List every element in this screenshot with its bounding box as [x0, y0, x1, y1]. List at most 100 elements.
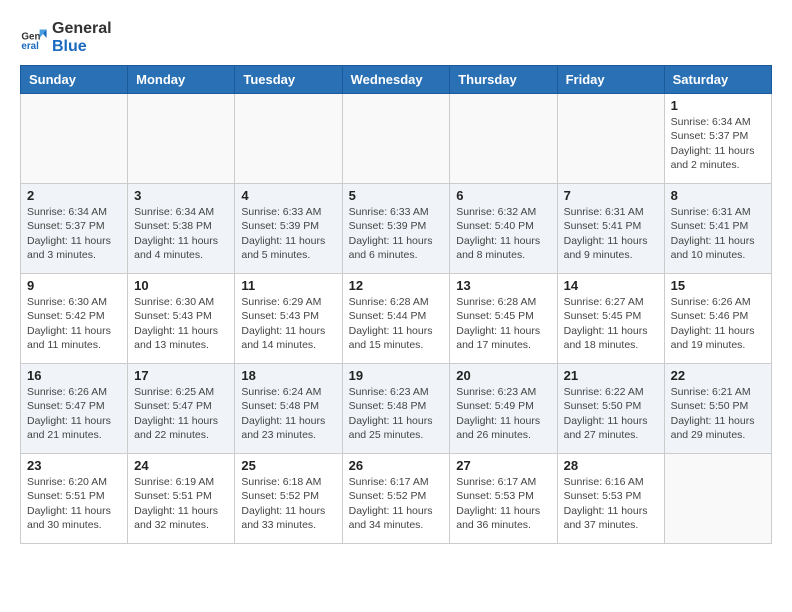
day-number: 27 — [456, 458, 550, 473]
day-info: Sunrise: 6:33 AMSunset: 5:39 PMDaylight:… — [241, 205, 335, 262]
calendar-cell: 20 Sunrise: 6:23 AMSunset: 5:49 PMDayligh… — [450, 364, 557, 454]
calendar-cell: 26 Sunrise: 6:17 AMSunset: 5:52 PMDayligh… — [342, 454, 450, 544]
day-number: 19 — [349, 368, 444, 383]
calendar-cell: 15 Sunrise: 6:26 AMSunset: 5:46 PMDayligh… — [664, 274, 771, 364]
day-info: Sunrise: 6:30 AMSunset: 5:42 PMDaylight:… — [27, 295, 121, 352]
day-number: 18 — [241, 368, 335, 383]
calendar: SundayMondayTuesdayWednesdayThursdayFrid… — [20, 65, 772, 544]
day-number: 3 — [134, 188, 228, 203]
day-number: 26 — [349, 458, 444, 473]
day-number: 9 — [27, 278, 121, 293]
week-row-3: 9 Sunrise: 6:30 AMSunset: 5:42 PMDaylight… — [21, 274, 772, 364]
calendar-cell: 14 Sunrise: 6:27 AMSunset: 5:45 PMDayligh… — [557, 274, 664, 364]
calendar-cell — [664, 454, 771, 544]
day-info: Sunrise: 6:34 AMSunset: 5:37 PMDaylight:… — [671, 115, 765, 172]
calendar-cell: 22 Sunrise: 6:21 AMSunset: 5:50 PMDayligh… — [664, 364, 771, 454]
day-info: Sunrise: 6:26 AMSunset: 5:47 PMDaylight:… — [27, 385, 121, 442]
header-friday: Friday — [557, 66, 664, 94]
calendar-cell: 17 Sunrise: 6:25 AMSunset: 5:47 PMDayligh… — [128, 364, 235, 454]
calendar-cell: 6 Sunrise: 6:32 AMSunset: 5:40 PMDaylight… — [450, 184, 557, 274]
calendar-cell: 28Sunrise: 6:16 AMSunset: 5:53 PMDayligh… — [557, 454, 664, 544]
day-number: 21 — [564, 368, 658, 383]
day-info: Sunrise: 6:27 AMSunset: 5:45 PMDaylight:… — [564, 295, 658, 352]
day-number: 7 — [564, 188, 658, 203]
day-number: 20 — [456, 368, 550, 383]
day-number: 24 — [134, 458, 228, 473]
week-row-5: 23 Sunrise: 6:20 AMSunset: 5:51 PMDayligh… — [21, 454, 772, 544]
day-info: Sunrise: 6:20 AMSunset: 5:51 PMDaylight:… — [27, 475, 121, 532]
logo: Gen eral General Blue — [20, 20, 112, 55]
day-number: 11 — [241, 278, 335, 293]
day-number: 15 — [671, 278, 765, 293]
calendar-cell — [342, 94, 450, 184]
calendar-cell — [557, 94, 664, 184]
calendar-cell: 23 Sunrise: 6:20 AMSunset: 5:51 PMDayligh… — [21, 454, 128, 544]
day-number: 10 — [134, 278, 228, 293]
calendar-cell: 18Sunrise: 6:24 AMSunset: 5:48 PMDayligh… — [235, 364, 342, 454]
day-number: 5 — [349, 188, 444, 203]
header-sunday: Sunday — [21, 66, 128, 94]
day-info: Sunrise: 6:28 AMSunset: 5:44 PMDaylight:… — [349, 295, 444, 352]
calendar-cell: 16Sunrise: 6:26 AMSunset: 5:47 PMDayligh… — [21, 364, 128, 454]
day-info: Sunrise: 6:21 AMSunset: 5:50 PMDaylight:… — [671, 385, 765, 442]
day-number: 4 — [241, 188, 335, 203]
calendar-cell: 27 Sunrise: 6:17 AMSunset: 5:53 PMDayligh… — [450, 454, 557, 544]
week-row-2: 2 Sunrise: 6:34 AMSunset: 5:37 PMDaylight… — [21, 184, 772, 274]
calendar-cell: 3 Sunrise: 6:34 AMSunset: 5:38 PMDaylight… — [128, 184, 235, 274]
day-info: Sunrise: 6:23 AMSunset: 5:48 PMDaylight:… — [349, 385, 444, 442]
calendar-cell: 25Sunrise: 6:18 AMSunset: 5:52 PMDayligh… — [235, 454, 342, 544]
logo-general-text: General — [52, 20, 112, 38]
day-info: Sunrise: 6:17 AMSunset: 5:52 PMDaylight:… — [349, 475, 444, 532]
day-number: 6 — [456, 188, 550, 203]
day-number: 12 — [349, 278, 444, 293]
calendar-cell: 7 Sunrise: 6:31 AMSunset: 5:41 PMDaylight… — [557, 184, 664, 274]
calendar-cell: 8 Sunrise: 6:31 AMSunset: 5:41 PMDaylight… — [664, 184, 771, 274]
day-info: Sunrise: 6:25 AMSunset: 5:47 PMDaylight:… — [134, 385, 228, 442]
day-number: 1 — [671, 98, 765, 113]
day-number: 14 — [564, 278, 658, 293]
day-number: 22 — [671, 368, 765, 383]
calendar-cell: 10 Sunrise: 6:30 AMSunset: 5:43 PMDayligh… — [128, 274, 235, 364]
day-info: Sunrise: 6:18 AMSunset: 5:52 PMDaylight:… — [241, 475, 335, 532]
logo-blue-text: Blue — [52, 38, 112, 56]
day-number: 13 — [456, 278, 550, 293]
header-tuesday: Tuesday — [235, 66, 342, 94]
day-number: 2 — [27, 188, 121, 203]
calendar-cell: 19 Sunrise: 6:23 AMSunset: 5:48 PMDayligh… — [342, 364, 450, 454]
calendar-cell — [235, 94, 342, 184]
calendar-cell — [450, 94, 557, 184]
day-info: Sunrise: 6:17 AMSunset: 5:53 PMDaylight:… — [456, 475, 550, 532]
calendar-cell: 4 Sunrise: 6:33 AMSunset: 5:39 PMDaylight… — [235, 184, 342, 274]
day-number: 8 — [671, 188, 765, 203]
day-info: Sunrise: 6:30 AMSunset: 5:43 PMDaylight:… — [134, 295, 228, 352]
day-info: Sunrise: 6:23 AMSunset: 5:49 PMDaylight:… — [456, 385, 550, 442]
day-info: Sunrise: 6:33 AMSunset: 5:39 PMDaylight:… — [349, 205, 444, 262]
calendar-cell: 5 Sunrise: 6:33 AMSunset: 5:39 PMDaylight… — [342, 184, 450, 274]
day-info: Sunrise: 6:26 AMSunset: 5:46 PMDaylight:… — [671, 295, 765, 352]
calendar-cell: 24 Sunrise: 6:19 AMSunset: 5:51 PMDayligh… — [128, 454, 235, 544]
day-number: 17 — [134, 368, 228, 383]
day-info: Sunrise: 6:31 AMSunset: 5:41 PMDaylight:… — [671, 205, 765, 262]
week-row-1: 1 Sunrise: 6:34 AMSunset: 5:37 PMDaylight… — [21, 94, 772, 184]
day-info: Sunrise: 6:29 AMSunset: 5:43 PMDaylight:… — [241, 295, 335, 352]
header-wednesday: Wednesday — [342, 66, 450, 94]
header-saturday: Saturday — [664, 66, 771, 94]
calendar-cell: 13 Sunrise: 6:28 AMSunset: 5:45 PMDayligh… — [450, 274, 557, 364]
calendar-cell: 21Sunrise: 6:22 AMSunset: 5:50 PMDayligh… — [557, 364, 664, 454]
calendar-cell: 9 Sunrise: 6:30 AMSunset: 5:42 PMDaylight… — [21, 274, 128, 364]
day-number: 28 — [564, 458, 658, 473]
day-info: Sunrise: 6:19 AMSunset: 5:51 PMDaylight:… — [134, 475, 228, 532]
header: Gen eral General Blue — [20, 20, 772, 55]
day-info: Sunrise: 6:34 AMSunset: 5:38 PMDaylight:… — [134, 205, 228, 262]
calendar-cell: 1 Sunrise: 6:34 AMSunset: 5:37 PMDaylight… — [664, 94, 771, 184]
calendar-cell — [21, 94, 128, 184]
calendar-cell: 11 Sunrise: 6:29 AMSunset: 5:43 PMDayligh… — [235, 274, 342, 364]
calendar-cell: 2 Sunrise: 6:34 AMSunset: 5:37 PMDaylight… — [21, 184, 128, 274]
day-info: Sunrise: 6:31 AMSunset: 5:41 PMDaylight:… — [564, 205, 658, 262]
day-info: Sunrise: 6:28 AMSunset: 5:45 PMDaylight:… — [456, 295, 550, 352]
day-info: Sunrise: 6:32 AMSunset: 5:40 PMDaylight:… — [456, 205, 550, 262]
calendar-cell: 12 Sunrise: 6:28 AMSunset: 5:44 PMDayligh… — [342, 274, 450, 364]
svg-text:eral: eral — [21, 41, 39, 52]
day-number: 23 — [27, 458, 121, 473]
day-info: Sunrise: 6:34 AMSunset: 5:37 PMDaylight:… — [27, 205, 121, 262]
